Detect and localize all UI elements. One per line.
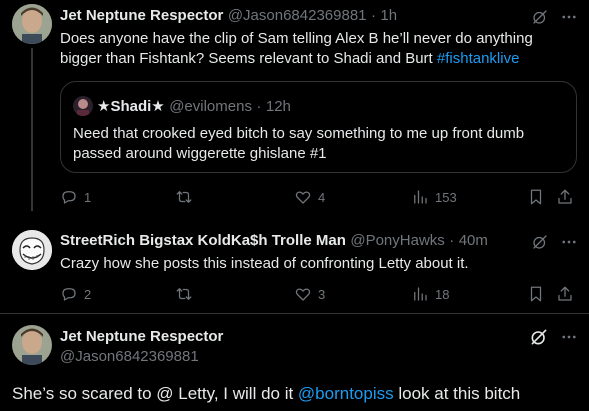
- avatar[interactable]: [12, 230, 52, 270]
- reply-count: 1: [84, 189, 92, 205]
- author-handle[interactable]: @Jason6842369881: [228, 7, 367, 24]
- like-count: 4: [318, 189, 326, 205]
- author-name[interactable]: Jet Neptune Respector: [60, 328, 223, 345]
- reply-button[interactable]: 2: [60, 285, 91, 303]
- more-icon[interactable]: [560, 8, 578, 31]
- share-button[interactable]: [556, 285, 574, 303]
- separator: ·: [370, 7, 376, 24]
- avatar[interactable]: [12, 325, 52, 365]
- heart-icon: [295, 288, 311, 301]
- tweet-text: She’s so scared to @ Letty, I will do it…: [12, 384, 521, 403]
- avatar[interactable]: [12, 4, 52, 44]
- retweet-icon: [176, 191, 192, 203]
- like-button[interactable]: 4: [294, 188, 325, 206]
- quote-timestamp: 12h: [265, 98, 291, 115]
- like-button[interactable]: 3: [294, 285, 325, 303]
- quote-author-name: ★Shadi★: [97, 98, 165, 115]
- tweet-text: Does anyone have the clip of Sam telling…: [60, 30, 533, 67]
- avatar: [73, 96, 93, 116]
- reply-button[interactable]: 1: [60, 188, 91, 206]
- separator: ·: [256, 98, 262, 115]
- author-handle[interactable]: @PonyHawks: [350, 232, 444, 249]
- views-button[interactable]: 18: [411, 285, 449, 303]
- author-name[interactable]: Jet Neptune Respector: [60, 7, 223, 24]
- share-icon: [558, 189, 572, 204]
- share-button[interactable]: [556, 188, 574, 206]
- more-icon[interactable]: [560, 233, 578, 256]
- views-button[interactable]: 153: [411, 188, 457, 206]
- mention-link[interactable]: @borntopiss: [298, 384, 394, 403]
- timestamp[interactable]: 40m: [459, 232, 488, 249]
- author-name[interactable]: StreetRich Bigstax KoldKa$h Trolle Man: [60, 232, 346, 249]
- author-handle[interactable]: @Jason6842369881: [60, 348, 199, 365]
- thread-line: [31, 48, 33, 211]
- bookmark-button[interactable]: [527, 285, 545, 303]
- reply-count: 2: [84, 286, 92, 302]
- quoted-tweet[interactable]: ★Shadi★ @evilomens · 12h Need that crook…: [60, 81, 577, 173]
- separator: ·: [449, 232, 455, 249]
- heart-icon: [295, 191, 311, 204]
- bookmark-button[interactable]: [527, 188, 545, 206]
- divider: [0, 313, 589, 314]
- like-count: 3: [318, 286, 326, 302]
- grok-icon[interactable]: [531, 233, 549, 256]
- retweet-button[interactable]: [175, 188, 199, 206]
- grok-icon[interactable]: [529, 327, 549, 352]
- retweet-icon: [176, 288, 192, 300]
- views-icon: [414, 287, 427, 301]
- reply-icon: [62, 288, 76, 301]
- more-icon[interactable]: [560, 328, 578, 351]
- views-icon: [414, 190, 427, 204]
- quote-author-handle: @evilomens: [169, 98, 252, 115]
- views-count: 18: [435, 286, 450, 302]
- reply-icon: [62, 191, 76, 204]
- timestamp[interactable]: 1h: [380, 7, 397, 24]
- bookmark-icon: [530, 286, 542, 302]
- quote-text: Need that crooked eyed bitch to say some…: [73, 125, 525, 162]
- retweet-button[interactable]: [175, 285, 199, 303]
- bookmark-icon: [530, 189, 542, 205]
- views-count: 153: [435, 189, 457, 205]
- hashtag-link[interactable]: #fishtanklive: [437, 50, 520, 67]
- tweet-text: Crazy how she posts this instead of conf…: [60, 255, 469, 272]
- grok-icon[interactable]: [531, 8, 549, 31]
- share-icon: [558, 286, 572, 301]
